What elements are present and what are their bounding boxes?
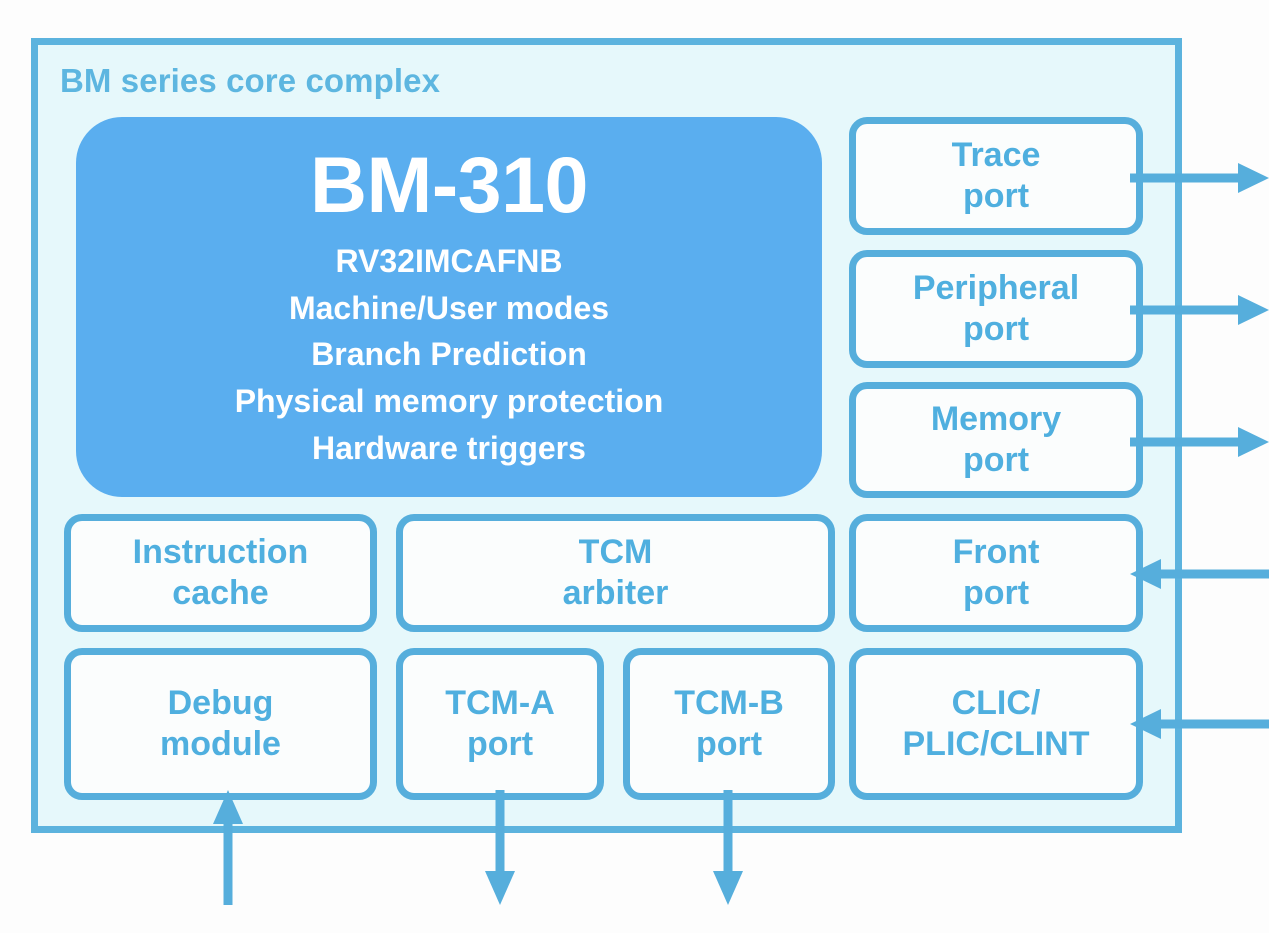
module-debug-module: Debug module [64,648,377,800]
module-label-line2: port [695,725,763,763]
module-label-line2: port [962,574,1030,612]
module-instruction-cache: Instruction cache [64,514,377,632]
module-memory-port: Memory port [849,382,1143,498]
module-tcm-arbiter: TCM arbiter [396,514,835,632]
module-label-line2: cache [172,574,269,612]
arrow-clic-plic-clint-in [1130,709,1269,739]
arrow-trace-port-out [1130,163,1269,193]
module-label-line1: TCM-A [445,683,555,722]
arrow-front-port-in [1130,559,1269,589]
cpu-feature-hardware-triggers: Hardware triggers [312,429,586,466]
cpu-feature-branch-prediction: Branch Prediction [311,336,587,373]
module-label-line1: Front [952,532,1040,571]
module-tcm-b-port: TCM-B port [623,648,835,800]
module-label-line2: PLIC/CLINT [902,725,1090,763]
block-diagram: BM series core complex BM-310 RV32IMCAFN… [0,0,1269,933]
cpu-feature-isa: RV32IMCAFNB [335,243,563,279]
module-tcm-a-port: TCM-A port [396,648,604,800]
arrow-peripheral-port-out [1130,295,1269,325]
module-label-line1: Debug [167,683,274,722]
arrow-tcm-b-port-out [713,790,743,905]
module-label-line1: Trace [951,135,1041,174]
module-label-line1: CLIC/ [951,683,1041,722]
arrow-tcm-a-port-out [485,790,515,905]
module-label-line2: port [962,441,1030,479]
module-clic-plic-clint: CLIC/ PLIC/CLINT [849,648,1143,800]
module-label-line2: port [466,725,534,763]
module-label-line1: Memory [930,399,1062,438]
module-label-line1: TCM-B [674,683,784,722]
cpu-feature-modes: Machine/User modes [288,289,610,326]
module-label-line1: Instruction [132,532,309,571]
module-front-port: Front port [849,514,1143,632]
arrow-debug-module-in [213,790,243,905]
module-label-line2: port [962,177,1030,215]
module-label-line2: module [160,725,281,763]
cpu-feature-list: RV32IMCAFNB Machine/User modes Branch Pr… [235,238,664,472]
module-label-line2: port [962,310,1030,348]
module-peripheral-port: Peripheral port [849,250,1143,368]
module-label-line2: arbiter [562,574,669,612]
module-trace-port: Trace port [849,117,1143,235]
cpu-feature-pmp: Physical memory protection [234,383,664,420]
cpu-name-label: BM-310 [310,140,588,229]
arrow-memory-port-out [1130,427,1269,457]
cpu-block-bm310: BM-310 RV32IMCAFNB Machine/User modes Br… [76,117,822,497]
module-label-line1: TCM [578,532,653,571]
module-label-line1: Peripheral [912,268,1080,307]
core-complex-title: BM series core complex [60,62,441,99]
